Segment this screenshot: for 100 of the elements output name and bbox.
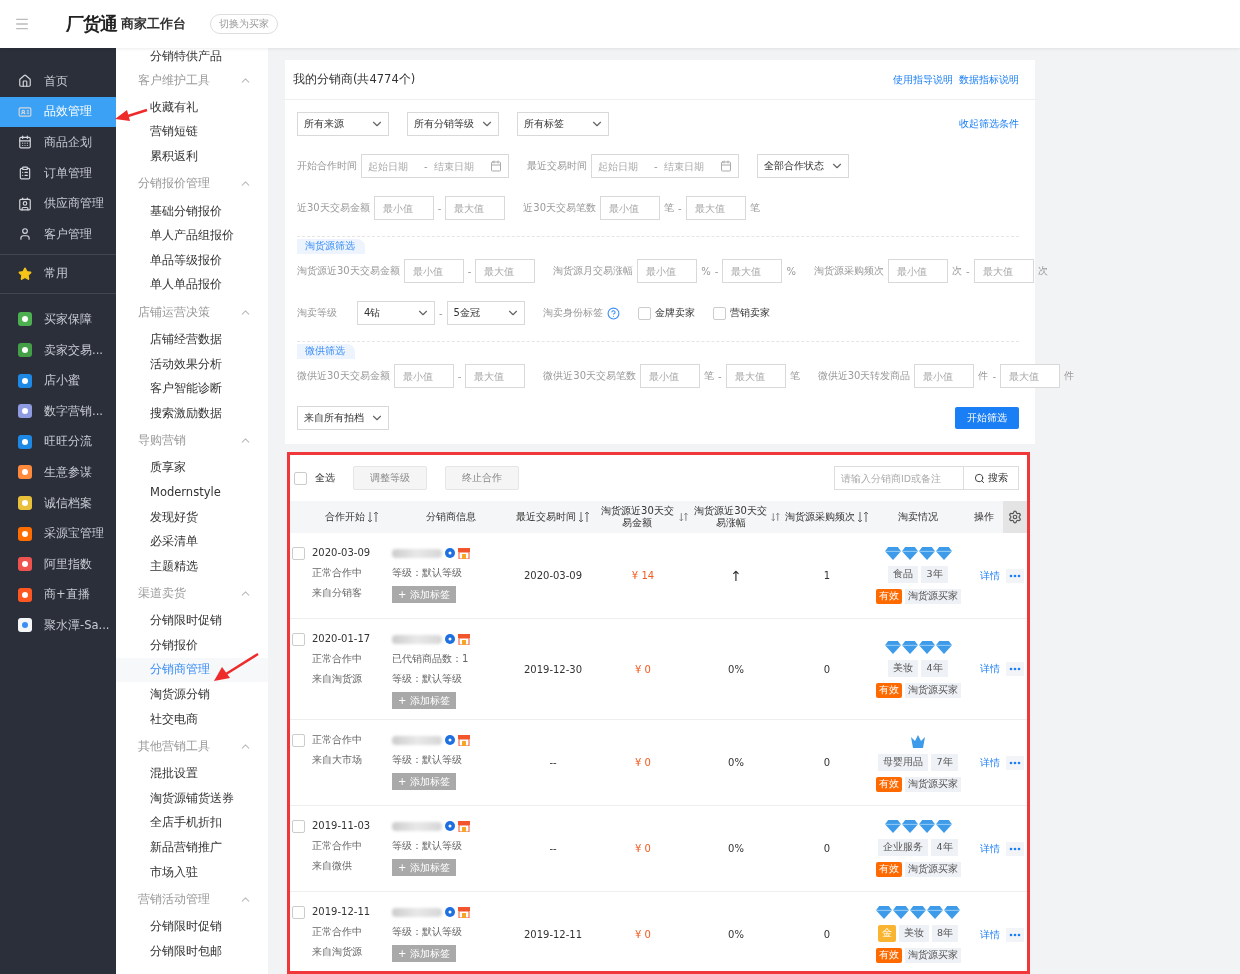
sidebar-item[interactable]: 买家保障 xyxy=(0,304,116,335)
max-value-field[interactable]: 最大值 xyxy=(445,196,506,220)
detail-link[interactable]: 详情 xyxy=(980,568,1000,583)
checkbox[interactable] xyxy=(292,547,305,560)
dropdown[interactable]: 全部合作状态 xyxy=(757,154,849,178)
dropdown[interactable]: 5金冠 xyxy=(446,301,525,325)
nav-item[interactable]: 主题精选 xyxy=(116,553,268,579)
nav-item[interactable]: 客户智能诊断 xyxy=(116,376,268,401)
sidebar-item[interactable]: 采源宝管理 xyxy=(0,518,116,549)
nav-item[interactable]: 新品营销推广 xyxy=(116,835,268,860)
nav-item[interactable]: 单品等级报价 xyxy=(116,247,268,273)
min-value-field[interactable]: 最小值 xyxy=(640,364,701,388)
sidebar-item[interactable]: 商+直播 xyxy=(0,579,116,611)
nav-item[interactable]: 淘货源分销 xyxy=(116,682,268,707)
nav-item[interactable]: 店铺经营数据 xyxy=(116,327,268,352)
checkbox[interactable] xyxy=(292,633,305,646)
sidebar-item[interactable]: 客户管理 xyxy=(0,218,116,250)
max-value-field[interactable]: 最大值 xyxy=(722,259,783,283)
nav-item[interactable]: 分销限时促销 xyxy=(116,608,268,634)
checkbox[interactable] xyxy=(292,820,305,833)
start-filter-button[interactable]: 开始筛选 xyxy=(955,407,1019,429)
sidebar-item[interactable]: 商品企划 xyxy=(0,127,116,158)
nav-item[interactable]: 活动效果分析 xyxy=(116,351,268,377)
nav-item[interactable]: 营销短链 xyxy=(116,119,268,145)
nav-item[interactable]: 分销特供产品 xyxy=(116,48,268,65)
max-value-field[interactable]: 最大值 xyxy=(725,364,786,388)
nav-item[interactable]: 单人产品组报价 xyxy=(116,223,268,248)
help-link[interactable]: 数据指标说明 xyxy=(959,72,1019,87)
sidebar-item[interactable]: 订单管理 xyxy=(0,157,116,189)
menu-icon[interactable] xyxy=(14,16,30,32)
nav-item[interactable]: 分销限时促销 xyxy=(116,914,268,940)
dropdown[interactable]: 所有标签 xyxy=(517,112,609,136)
detail-link[interactable]: 详情 xyxy=(980,755,1000,770)
nav-item[interactable]: 社交电商 xyxy=(116,706,268,732)
nav-item[interactable]: 单人单品报价 xyxy=(116,272,268,298)
nav-item[interactable]: 质享家 xyxy=(116,455,268,481)
nav-item[interactable]: 淘货源铺货送券 xyxy=(116,786,268,811)
sidebar-item[interactable]: 阿里指数 xyxy=(0,548,116,580)
collapse-filters-link[interactable]: 收起筛选条件 xyxy=(959,117,1019,131)
nav-item[interactable]: 分销报价 xyxy=(116,633,268,658)
dropdown[interactable]: 来自所有拍档 xyxy=(297,406,389,430)
dropdown[interactable]: 4钻 xyxy=(357,301,435,325)
dropdown[interactable]: 所有分销等级 xyxy=(407,112,499,136)
trade-growth: ↑ xyxy=(729,567,743,584)
max-value-field[interactable]: 最大值 xyxy=(1000,364,1061,388)
checkbox[interactable] xyxy=(294,471,307,485)
app-icon xyxy=(18,434,32,449)
min-value-field[interactable]: 最小值 xyxy=(600,196,661,220)
checkbox[interactable] xyxy=(712,306,726,320)
checkbox[interactable] xyxy=(292,734,305,747)
min-value-field[interactable]: 最小值 xyxy=(403,259,464,283)
checkbox[interactable] xyxy=(292,906,305,919)
nav-item[interactable]: 搜索激励数据 xyxy=(116,400,268,426)
nav-item[interactable]: 基础分销报价 xyxy=(116,198,268,224)
nav-item[interactable]: 混批设置 xyxy=(116,761,268,787)
min-value-field[interactable]: 最小值 xyxy=(888,259,948,283)
max-value-field[interactable]: 最大值 xyxy=(465,364,526,388)
nav-item[interactable]: 收藏有礼 xyxy=(116,95,268,120)
min-value-field[interactable]: 最小值 xyxy=(637,259,698,283)
min-value-field[interactable]: 最小值 xyxy=(373,196,434,220)
detail-link[interactable]: 详情 xyxy=(980,662,1000,676)
search-field[interactable]: 请输入分销商ID或备注 搜索 xyxy=(834,466,1019,490)
dropdown[interactable]: 所有来源 xyxy=(297,112,389,136)
more-icon[interactable] xyxy=(1006,927,1024,942)
nav-item[interactable]: 全店手机折扣 xyxy=(116,810,268,836)
min-value-field[interactable]: 最小值 xyxy=(914,364,975,388)
max-value-field[interactable]: 最大值 xyxy=(685,196,746,220)
sidebar-item[interactable]: 店小蜜 xyxy=(0,365,116,396)
start-date-field[interactable]: 起始日期 xyxy=(366,160,420,172)
more-icon[interactable] xyxy=(1006,662,1024,676)
nav-item[interactable]: 市场入驻 xyxy=(116,859,268,885)
max-value-field[interactable]: 最大值 xyxy=(973,259,1034,283)
help-link[interactable]: 使用指导说明 xyxy=(893,72,953,87)
sidebar-item[interactable]: 诚信档案 xyxy=(0,487,116,519)
more-icon[interactable] xyxy=(1006,755,1024,770)
sidebar-item[interactable]: 供应商管理 xyxy=(0,188,116,219)
sidebar-item[interactable]: 卖家交易... xyxy=(0,334,116,366)
max-value-field[interactable]: 最大值 xyxy=(475,259,536,283)
nav-item[interactable]: 分销限时包邮 xyxy=(116,939,268,964)
sidebar-item[interactable]: 聚水潭-Sa... xyxy=(0,610,116,641)
sidebar-item[interactable]: 首页 xyxy=(0,66,116,97)
sidebar-item[interactable]: 旺旺分流 xyxy=(0,426,116,458)
detail-link[interactable]: 详情 xyxy=(980,841,1000,856)
end-date-field[interactable]: 结束日期 xyxy=(661,160,716,172)
nav-item[interactable]: Modernstyle xyxy=(116,480,268,505)
more-icon[interactable] xyxy=(1006,841,1024,856)
sidebar-item[interactable]: 生意参谋 xyxy=(0,457,116,488)
sidebar-item[interactable]: 数字营销... xyxy=(0,395,116,427)
nav-item[interactable]: 发现好货 xyxy=(116,504,268,530)
detail-link[interactable]: 详情 xyxy=(980,927,1000,942)
nav-item[interactable]: 累积返利 xyxy=(116,144,268,169)
start-date-field[interactable]: 起始日期 xyxy=(596,160,650,172)
settings-button[interactable] xyxy=(1003,501,1027,533)
end-date-field[interactable]: 结束日期 xyxy=(431,160,486,172)
more-icon[interactable] xyxy=(1006,568,1024,583)
checkbox[interactable] xyxy=(637,306,651,320)
nav-item[interactable]: 必采清单 xyxy=(116,529,268,554)
min-value-field[interactable]: 最小值 xyxy=(393,364,454,388)
sidebar-item[interactable]: 常用 xyxy=(0,258,116,290)
help-icon[interactable] xyxy=(606,306,620,320)
